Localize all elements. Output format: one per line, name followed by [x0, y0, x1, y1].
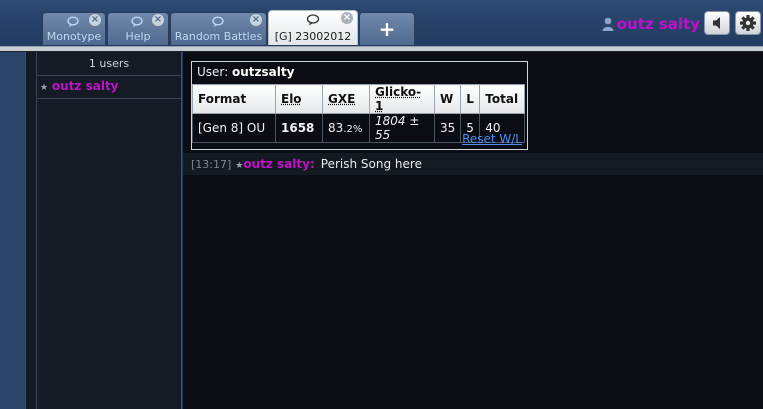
- tab-help[interactable]: Help ×: [107, 12, 169, 45]
- close-icon[interactable]: ×: [152, 14, 164, 26]
- message-author[interactable]: outz salty:: [243, 157, 314, 171]
- tab-monotype[interactable]: Monotype ×: [42, 12, 106, 45]
- divider: [37, 98, 181, 99]
- gxe-decimal: .2%: [343, 124, 363, 135]
- glicko-cell: 1804 ± 55: [369, 113, 435, 143]
- tab-label: Monotype: [46, 30, 102, 43]
- tab-label: [G] 23002012: [274, 30, 352, 43]
- new-tab-button[interactable]: +: [359, 12, 415, 45]
- user-list-panel: 1 users ★ outz salty: [25, 52, 182, 409]
- column-header: Elo: [275, 84, 323, 114]
- column-header: Total: [479, 84, 526, 114]
- left-margin: [0, 52, 25, 409]
- message-timestamp: [13:17]: [191, 158, 232, 171]
- table-header-row: Format Elo GXE Glicko-1 W L Total: [192, 84, 526, 114]
- column-header: L: [460, 84, 481, 114]
- divider: [36, 52, 37, 409]
- column-header: GXE: [322, 84, 370, 114]
- column-header: Format: [192, 84, 276, 114]
- tab-label: Help: [125, 30, 151, 43]
- user-count: 1 users: [88, 57, 130, 70]
- ranking-box: User: outzsalty Format Elo GXE Glicko-1 …: [191, 61, 528, 150]
- reset-wl-link[interactable]: Reset W/L: [462, 132, 522, 146]
- close-icon[interactable]: ×: [89, 14, 101, 26]
- chat-message: [13:17] ★outz salty: Perish Song here: [183, 153, 763, 175]
- tab-group-chat[interactable]: [G] 23002012 ×: [268, 10, 358, 45]
- ranking-username: outzsalty: [232, 65, 295, 79]
- user-name: outz salty: [51, 79, 119, 93]
- user-menu[interactable]: outz salty: [602, 14, 700, 34]
- chat-bubbles-icon: [131, 16, 143, 27]
- chat-bubble-icon: [306, 14, 320, 26]
- top-header: Monotype × Help × Random Battles × [G] 2…: [0, 0, 763, 46]
- ranking-user: User: outzsalty: [197, 65, 294, 79]
- user-prefix: User:: [197, 65, 229, 79]
- chat-log: User: outzsalty Format Elo GXE Glicko-1 …: [183, 52, 763, 409]
- chat-bubbles-icon: [211, 16, 224, 27]
- close-icon[interactable]: ×: [250, 14, 262, 26]
- column-header: W: [433, 84, 462, 114]
- user-icon: [602, 17, 614, 31]
- message-text: Perish Song here: [320, 157, 422, 171]
- elo-cell: 1658: [275, 113, 323, 143]
- gxe-value: 83: [328, 121, 344, 135]
- tab-label: Random Battles: [174, 30, 263, 43]
- wins-cell: 35: [433, 113, 462, 143]
- close-icon[interactable]: ×: [341, 12, 353, 24]
- volume-button[interactable]: [704, 11, 730, 35]
- chat-bubbles-icon: [67, 16, 79, 27]
- column-header: Glicko-1: [369, 84, 435, 114]
- gxe-cell: 83.2%: [322, 113, 370, 143]
- divider: [37, 75, 181, 76]
- tab-random-battles[interactable]: Random Battles ×: [170, 12, 267, 45]
- gear-icon: [740, 15, 756, 31]
- user-list-item[interactable]: ★ outz salty: [37, 79, 181, 97]
- header-username: outz salty: [616, 15, 700, 33]
- settings-button[interactable]: [735, 11, 761, 35]
- format-cell: [Gen 8] OU: [192, 113, 276, 143]
- volume-icon: [713, 17, 720, 29]
- rank-star-icon: ★: [40, 83, 49, 93]
